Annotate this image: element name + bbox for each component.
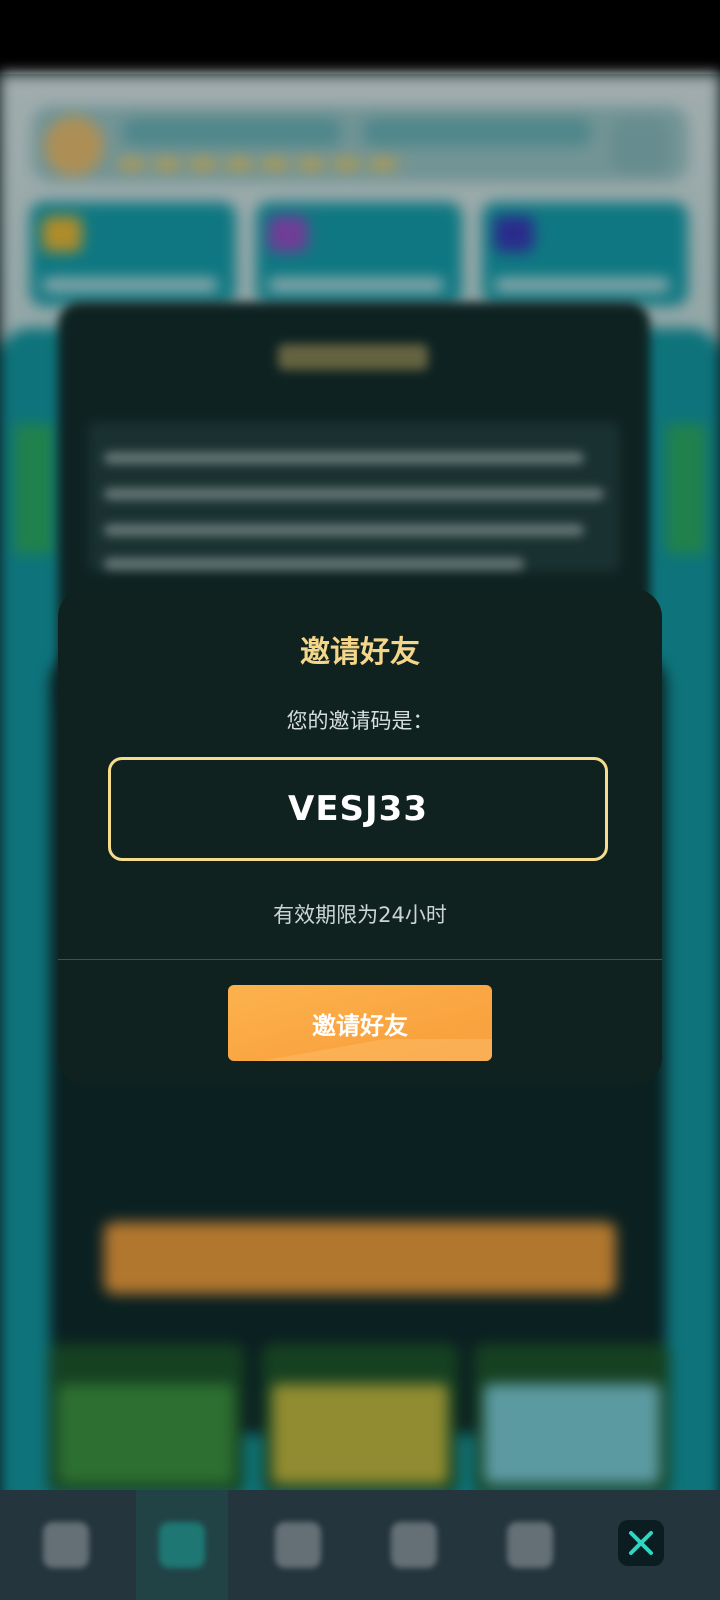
divider — [58, 959, 662, 960]
close-icon — [629, 1531, 653, 1555]
invite-friend-button[interactable]: 邀请好友 — [228, 985, 492, 1061]
invite-button-label: 邀请好友 — [312, 1012, 408, 1040]
modal-title: 邀请好友 — [300, 635, 420, 670]
invite-code-label: 您的邀请码是： — [286, 709, 434, 733]
validity-text: 有效期限为24小时 — [273, 903, 447, 927]
close-button[interactable] — [618, 1520, 664, 1566]
status-bar — [0, 0, 720, 74]
invite-code: VESJ33 — [288, 789, 428, 829]
invite-friend-modal: 邀请好友 您的邀请码是： VESJ33 有效期限为24小时 邀请好友 — [58, 589, 662, 1085]
invite-code-box[interactable]: VESJ33 — [108, 757, 608, 861]
